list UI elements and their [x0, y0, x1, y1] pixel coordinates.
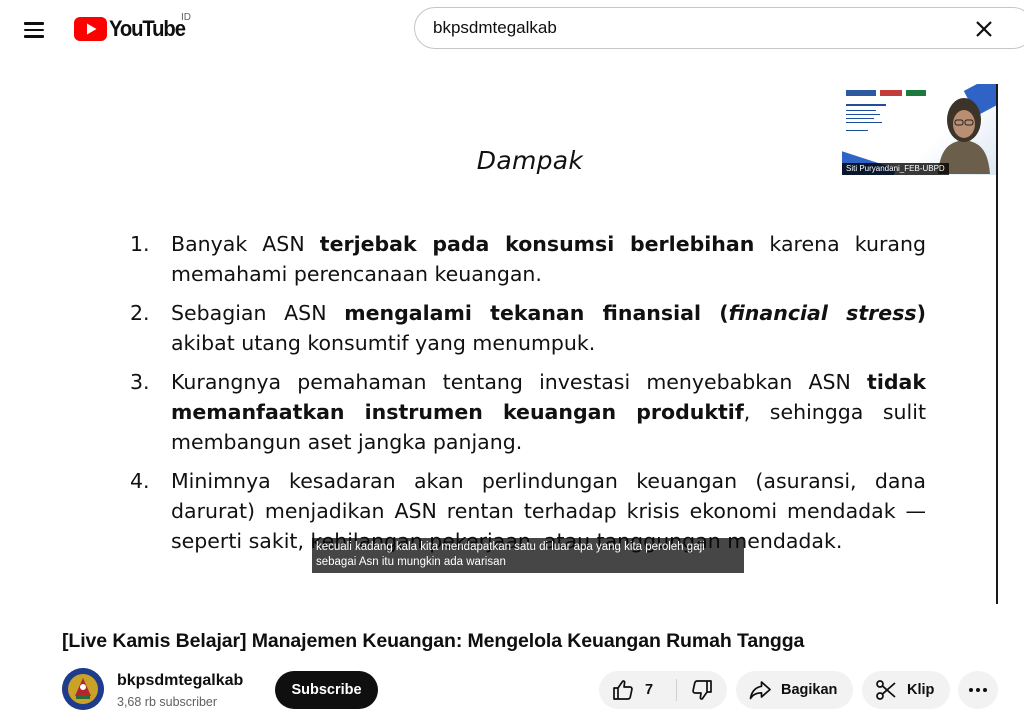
dislike-button[interactable] [677, 671, 727, 709]
presenter-name: Siti Puryandani_FEB-UBPD [842, 163, 949, 175]
channel-avatar[interactable] [62, 668, 104, 710]
like-icon [613, 680, 633, 700]
caption-line: sebagai Asn itu mungkin ada warisan [316, 556, 506, 568]
slide-item-text: Sebagian ASN [171, 301, 345, 325]
presenter-image [938, 98, 990, 174]
youtube-logo-icon [74, 17, 107, 41]
slide-item-number: 3. [130, 370, 150, 394]
menu-icon-bar [24, 22, 44, 25]
clip-label: Klip [907, 682, 935, 698]
dislike-icon [692, 680, 712, 700]
youtube-logo[interactable]: YouTube [74, 16, 191, 42]
slide-item: 1. Banyak ASN terjebak pada konsumsi berl… [130, 229, 926, 289]
slide-item-number: 2. [130, 301, 150, 325]
menu-button[interactable] [14, 14, 54, 46]
player-edge [996, 84, 998, 604]
logo-text: YouTube [109, 16, 186, 41]
slide-item-text: Kurangnya pemahaman tentang investasi me… [171, 370, 868, 394]
subscribe-button[interactable]: Subscribe [275, 671, 378, 709]
scissors-icon [876, 680, 896, 700]
subscriber-count: 3,68 rb subscriber [117, 695, 218, 709]
slide-item-number: 4. [130, 469, 150, 493]
slide-item: 2. Sebagian ASN mengalami tekanan finansi… [130, 298, 926, 358]
country-code: ID [181, 12, 191, 23]
text-line [846, 122, 882, 123]
slide-item-text: akibat utang konsumtif yang menumpuk. [171, 331, 596, 355]
slide-item-number: 1. [130, 232, 150, 256]
clip-button[interactable]: Klip [862, 671, 950, 709]
webcam-overlay: Siti Puryandani_FEB-UBPD [842, 84, 998, 175]
slide-list: 1. Banyak ASN terjebak pada konsumsi berl… [130, 229, 926, 565]
share-icon [749, 681, 771, 700]
channel-logo-icon [62, 668, 104, 710]
video-player[interactable]: Dampak 1. Banyak ASN terjebak pada konsum… [62, 84, 998, 604]
text-line [846, 114, 880, 115]
text-line [846, 118, 874, 119]
text-line [846, 130, 868, 131]
search-input[interactable] [433, 8, 953, 48]
caption-box: kecuali kadang kala kita mendapatkan sat… [312, 538, 744, 573]
more-icon-dot [983, 688, 987, 692]
search-box [414, 7, 1024, 49]
slide-item-text: Banyak ASN [171, 232, 320, 256]
logo-shape [906, 90, 926, 96]
video-title: [Live Kamis Belajar] Manajemen Keuangan:… [62, 630, 805, 652]
slide-item-text: mengalami tekanan finansial ( [344, 301, 729, 325]
menu-icon-bar [24, 35, 44, 38]
logo-shape [846, 90, 876, 96]
logo-shape [880, 90, 902, 96]
slide-item-text: terjebak pada konsumsi berlebihan [319, 232, 755, 256]
more-icon-dot [976, 688, 980, 692]
text-line [846, 110, 876, 111]
text-line [846, 104, 886, 106]
slide-item-text: financial stress [728, 301, 917, 325]
slide-item: 3. Kurangnya pemahaman tentang investasi … [130, 367, 926, 457]
like-button[interactable]: 7 [599, 671, 677, 709]
like-dislike-group: 7 [599, 671, 727, 709]
like-count: 7 [645, 682, 654, 698]
slide-item-text: ) [916, 301, 926, 325]
channel-name[interactable]: bkpsdmtegalkab [117, 672, 243, 690]
caption-line: kecuali kadang kala kita mendapatkan sat… [316, 541, 705, 553]
more-actions-button[interactable] [958, 671, 998, 709]
more-icon-dot [969, 688, 973, 692]
menu-icon-bar [24, 28, 44, 32]
close-icon[interactable] [971, 16, 997, 42]
share-label: Bagikan [781, 682, 838, 698]
share-button[interactable]: Bagikan [736, 671, 853, 709]
